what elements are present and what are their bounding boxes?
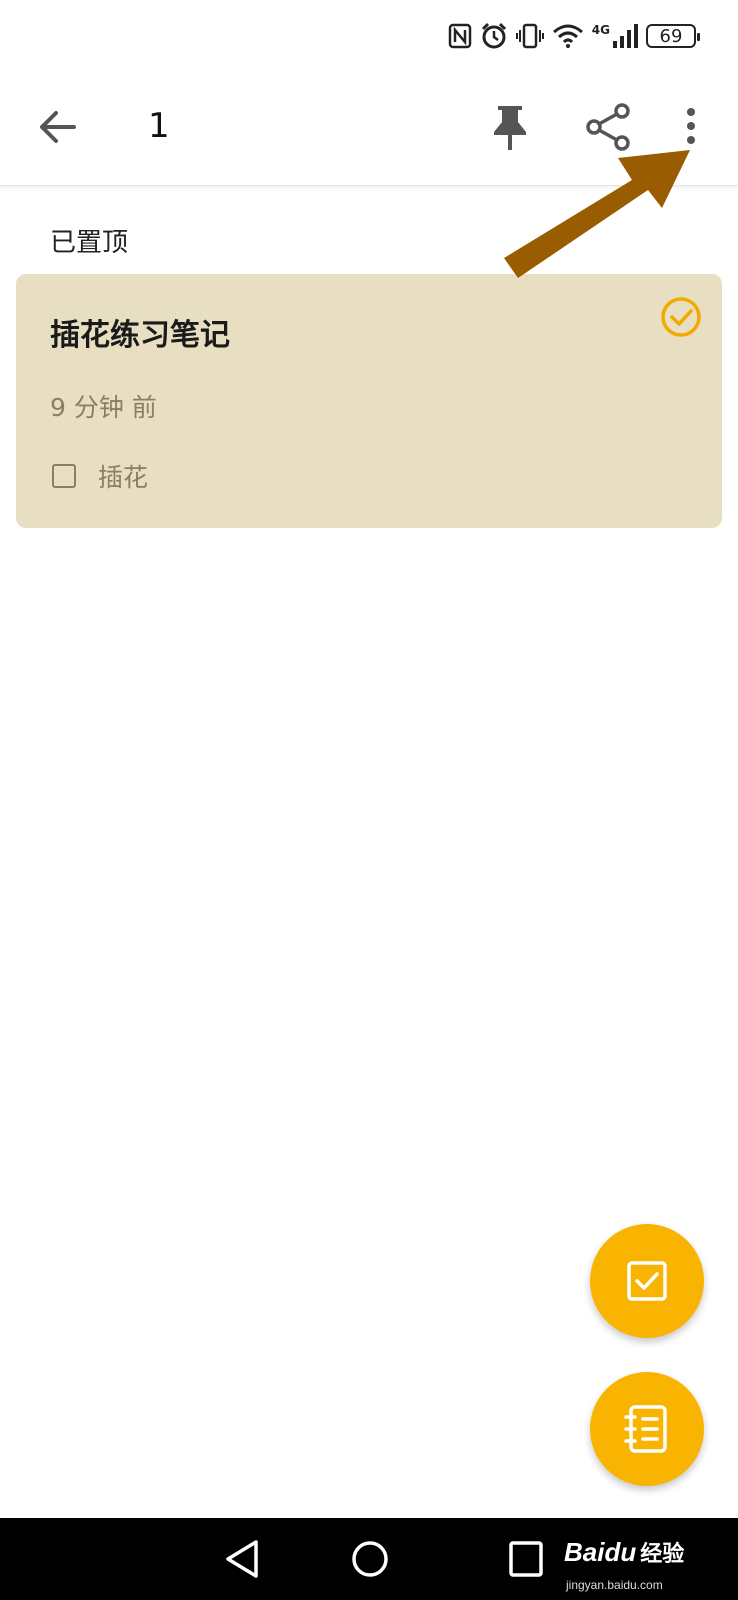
annotation-arrow [504, 150, 690, 278]
alarm-icon [481, 22, 506, 49]
watermark-cn: 经验 [640, 1541, 685, 1566]
nfc-icon [448, 23, 472, 49]
signal-icon [613, 24, 638, 48]
nav-back-icon[interactable] [222, 1538, 262, 1580]
selected-check-icon[interactable] [660, 296, 702, 338]
notebook-icon [624, 1405, 667, 1453]
status-icons: 4G 69 [448, 20, 700, 52]
watermark-url: jingyan.baidu.com [566, 1578, 663, 1592]
checklist-checkbox[interactable] [52, 464, 76, 488]
watermark-brand: Baidu [564, 1536, 637, 1567]
note-title: 插花练习笔记 [50, 318, 230, 353]
nav-home-icon[interactable] [350, 1538, 390, 1580]
network-type-label: 4G [591, 23, 610, 37]
note-card[interactable]: 插花练习笔记 9 分钟 前 插花 [16, 274, 722, 528]
page-title: 1 [148, 106, 170, 146]
status-bar: 4G 69 [0, 0, 738, 72]
back-arrow-icon[interactable] [34, 104, 80, 150]
baidu-jingyan-watermark: Baidu 经验 [564, 1536, 684, 1568]
vibrate-icon [515, 23, 544, 49]
wifi-icon [552, 24, 583, 48]
pinned-section-label: 已置顶 [50, 228, 129, 258]
checkbox-icon [627, 1261, 667, 1301]
system-navigation-bar: Baidu 经验 jingyan.baidu.com [0, 1518, 738, 1600]
new-todo-button[interactable] [590, 1224, 704, 1338]
nav-recent-icon[interactable] [508, 1540, 544, 1578]
checklist-item-text: 插花 [98, 463, 149, 492]
note-timestamp: 9 分钟 前 [50, 393, 157, 422]
battery-level: 69 [659, 25, 683, 47]
battery-icon: 69 [646, 24, 700, 48]
new-note-button[interactable] [590, 1372, 704, 1486]
